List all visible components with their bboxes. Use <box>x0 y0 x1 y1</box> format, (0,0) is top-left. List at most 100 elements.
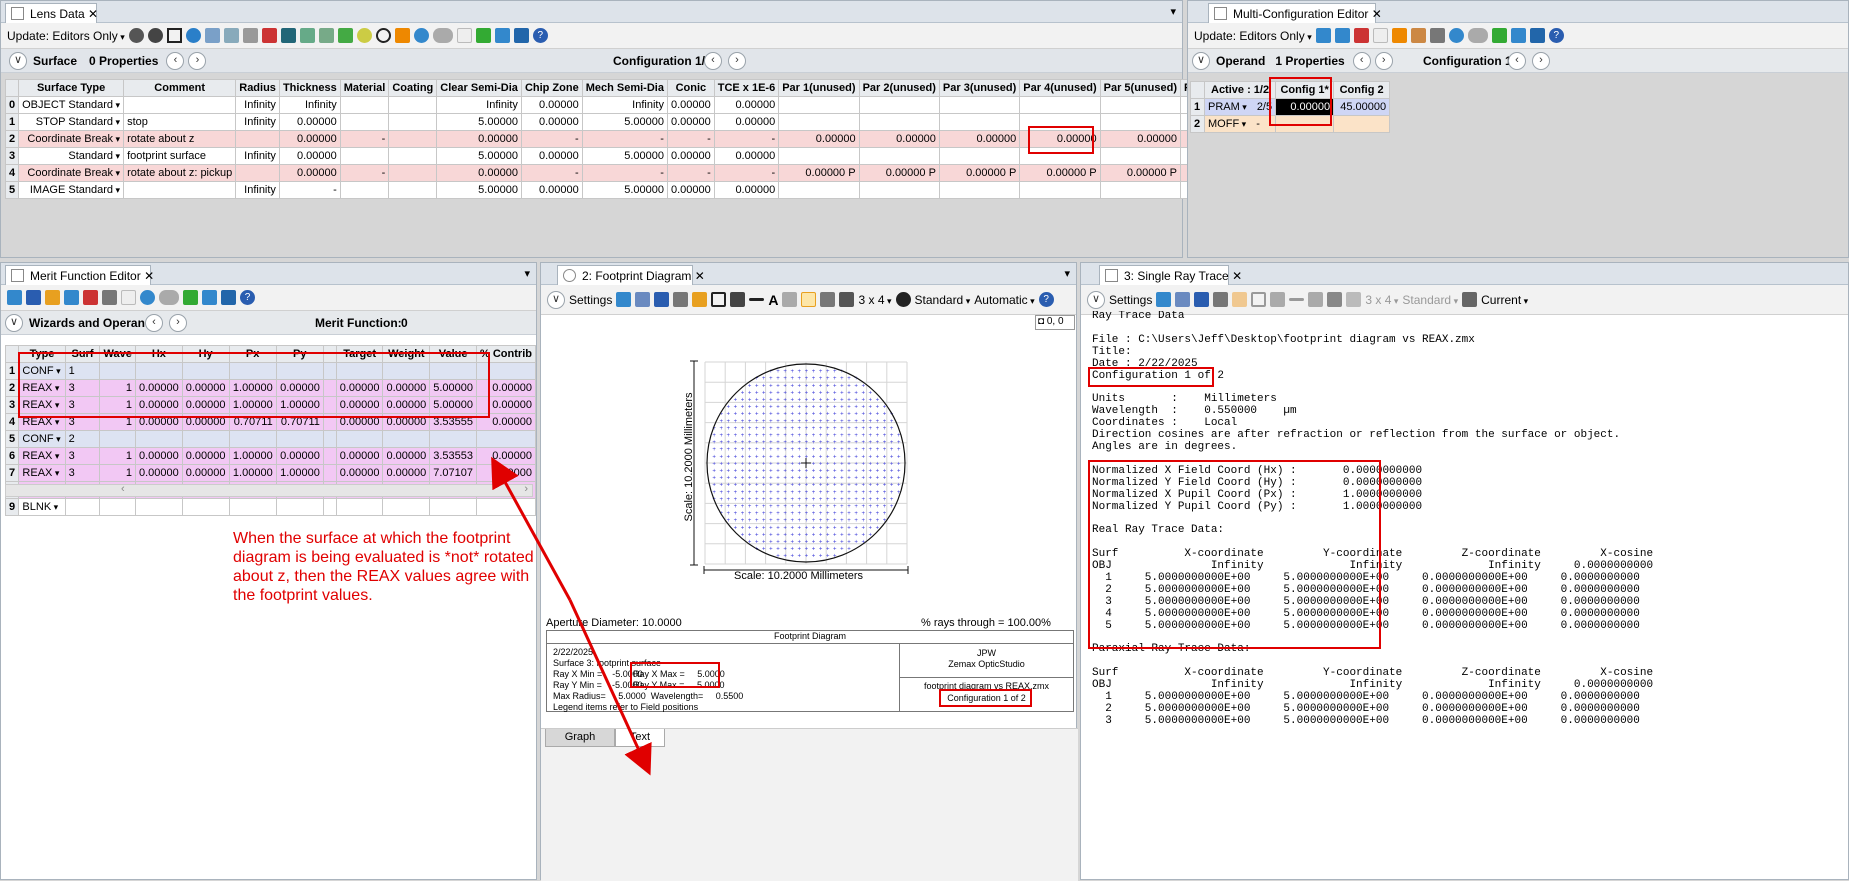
config-next-icon[interactable]: › <box>728 51 746 70</box>
delete-icon[interactable] <box>1353 28 1369 43</box>
config-next-icon[interactable]: › <box>1532 51 1550 70</box>
arrow-right-icon[interactable] <box>1529 28 1545 43</box>
scroll-left-icon[interactable]: ‹ <box>121 483 125 495</box>
lens-icon[interactable] <box>242 28 258 43</box>
tool2-icon[interactable] <box>299 28 315 43</box>
wizard-icon[interactable] <box>102 290 117 305</box>
sync-icon[interactable] <box>1491 28 1507 43</box>
collapse-icon[interactable]: ∨ <box>5 313 23 332</box>
refresh-icon[interactable] <box>1156 292 1172 307</box>
tab-graph[interactable]: Graph <box>545 729 615 747</box>
tab-mce[interactable]: Multi-Configuration Editor ✕ <box>1208 3 1382 23</box>
blank-icon[interactable] <box>1372 28 1388 43</box>
undo-icon[interactable] <box>413 28 429 43</box>
insert2-icon[interactable] <box>1334 28 1350 43</box>
tab-lens-data[interactable]: Lens Data ✕ <box>5 3 98 23</box>
config1-cell[interactable] <box>1275 115 1335 133</box>
mfe-row[interactable]: 2REAX310.000000.000001.000000.000000.000… <box>4 379 536 397</box>
prev-icon[interactable]: ‹ <box>166 51 185 70</box>
mfe-row[interactable]: 9 BLNK <box>4 498 536 516</box>
close-icon[interactable]: ✕ <box>144 269 154 283</box>
arrow-right-icon[interactable] <box>513 28 529 43</box>
mfe-row[interactable]: 1CONF1 <box>4 362 536 380</box>
update-dropdown[interactable]: Update: Editors Only <box>1194 29 1312 43</box>
lens-row[interactable]: 3Standardfootprint surfaceInfinity0.0000… <box>4 147 1262 165</box>
settings-button[interactable]: Settings <box>1109 293 1152 307</box>
prev-icon[interactable]: ‹ <box>145 313 163 332</box>
lens-row[interactable]: 1STOP StandardstopInfinity0.000005.00000… <box>4 113 1262 131</box>
arrows-icon[interactable] <box>202 290 217 305</box>
refresh-icon[interactable] <box>147 28 163 43</box>
config1-cell[interactable]: 0.00000 <box>1275 98 1335 116</box>
panel-menu-icon[interactable]: ▾ <box>1170 5 1176 18</box>
lens-row[interactable]: 5IMAGE StandardInfinity-5.000000.000005.… <box>4 181 1262 199</box>
mfe-row[interactable]: 5CONF2 <box>4 430 536 448</box>
phone-icon[interactable] <box>1462 292 1478 307</box>
layers-icon[interactable] <box>1346 292 1362 307</box>
delete-icon[interactable] <box>83 290 98 305</box>
close-icon[interactable]: ✕ <box>1372 7 1382 21</box>
arrows-icon[interactable] <box>494 28 510 43</box>
toggle-icon[interactable] <box>1467 28 1488 43</box>
prev-icon[interactable]: ‹ <box>1352 51 1371 70</box>
tool5-icon[interactable] <box>356 28 372 43</box>
tool3-icon[interactable] <box>1429 28 1445 43</box>
load-icon[interactable] <box>45 290 60 305</box>
delete-icon[interactable] <box>261 28 277 43</box>
toggle-icon[interactable] <box>159 290 179 305</box>
current-dropdown[interactable]: Current <box>1481 293 1528 307</box>
pencil-icon[interactable] <box>394 28 410 43</box>
blank-icon[interactable] <box>456 28 472 43</box>
copy-icon[interactable] <box>1175 292 1191 307</box>
tab-single-ray-trace[interactable]: 3: Single Ray Trace ✕ <box>1099 265 1242 285</box>
lens-row[interactable]: 2Coordinate Breakrotate about z0.00000-0… <box>4 130 1262 148</box>
mfe-row[interactable]: 4REAX310.000000.000000.707110.707110.000… <box>4 413 536 431</box>
collapse-icon[interactable]: ∨ <box>1087 290 1105 309</box>
mfe-row[interactable]: 7REAX310.000000.000001.000001.000000.000… <box>4 464 536 482</box>
update-dropdown[interactable]: Update: Editors Only <box>7 29 125 43</box>
close-icon[interactable]: ✕ <box>1232 269 1242 283</box>
ray-icon[interactable] <box>223 28 239 43</box>
config-prev-icon[interactable]: ‹ <box>1508 51 1526 70</box>
close-icon[interactable]: ✕ <box>88 7 98 21</box>
mfe-row[interactable]: 3REAX310.000000.000001.000001.000000.000… <box>4 396 536 414</box>
globe-icon[interactable] <box>185 28 201 43</box>
standard-dropdown[interactable]: Standard <box>1402 293 1458 307</box>
blank-icon[interactable] <box>121 290 136 305</box>
sync-icon[interactable] <box>475 28 491 43</box>
insert-icon[interactable] <box>64 290 79 305</box>
lens-row[interactable]: 0OBJECT StandardInfinityInfinityInfinity… <box>4 96 1262 114</box>
pencil-icon[interactable] <box>1232 292 1248 307</box>
lock-icon[interactable] <box>1308 292 1324 307</box>
config-prev-icon[interactable]: ‹ <box>704 51 722 70</box>
layout-icon[interactable] <box>204 28 220 43</box>
refresh-icon[interactable] <box>7 290 22 305</box>
mce-row[interactable]: 1PRAM 2/50.0000045.00000 <box>1190 98 1391 116</box>
insert-icon[interactable] <box>1315 28 1331 43</box>
next-icon[interactable]: › <box>188 51 207 70</box>
panel-menu-icon[interactable]: ▾ <box>524 267 530 280</box>
help-icon[interactable]: ? <box>1548 28 1564 43</box>
tab-text[interactable]: Text <box>615 729 665 747</box>
tool4-icon[interactable] <box>337 28 353 43</box>
print-icon[interactable] <box>1213 292 1229 307</box>
collapse-icon[interactable]: ∨ <box>1192 51 1210 70</box>
scroll-right-icon[interactable]: › <box>524 483 528 495</box>
mce-row[interactable]: 2MOFF- <box>1190 115 1391 133</box>
arrows-icon[interactable] <box>1510 28 1526 43</box>
tool-icon[interactable] <box>1391 28 1407 43</box>
window-icon[interactable] <box>1327 292 1343 307</box>
save-icon[interactable] <box>1194 292 1210 307</box>
arrow-right-icon[interactable] <box>221 290 236 305</box>
help-icon[interactable]: ? <box>240 290 255 305</box>
crosshair-icon[interactable] <box>166 28 182 43</box>
tab-merit-function[interactable]: Merit Function Editor ✕ <box>5 265 154 285</box>
toggle-icon[interactable] <box>432 28 453 43</box>
arrow-icon[interactable] <box>1270 292 1286 307</box>
help-icon[interactable]: ? <box>532 28 548 43</box>
collapse-icon[interactable]: ∨ <box>9 51 27 70</box>
sync-icon[interactable] <box>183 290 198 305</box>
save-icon[interactable] <box>26 290 41 305</box>
next-icon[interactable]: › <box>1374 51 1393 70</box>
tool-icon[interactable] <box>280 28 296 43</box>
